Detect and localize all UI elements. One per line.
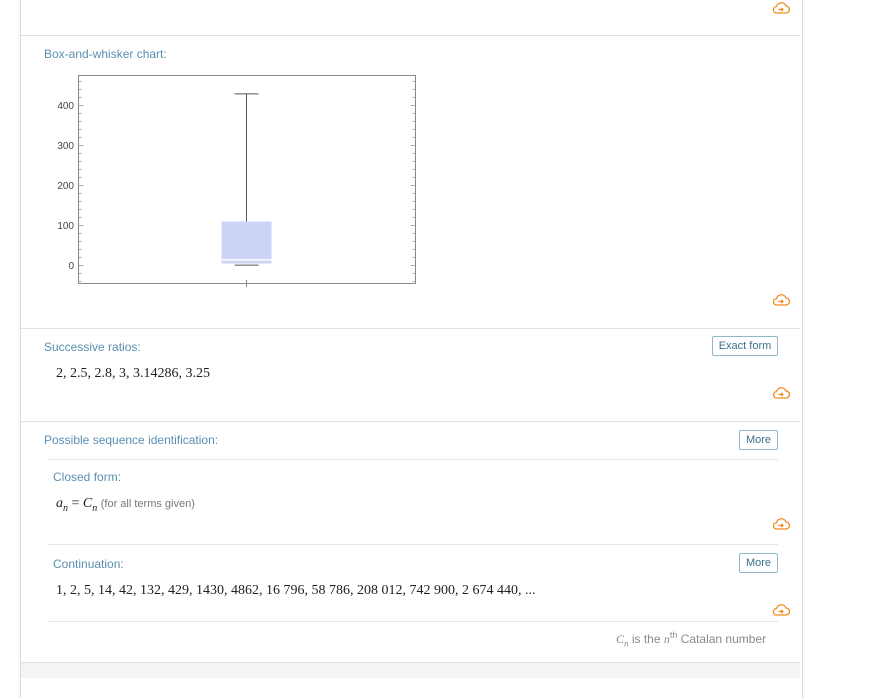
- more-button[interactable]: More: [739, 430, 778, 450]
- successive-ratios-value: 2, 2.5, 2.8, 3, 3.14286, 3.25: [56, 366, 210, 381]
- closed-form-rhs-var: C: [82, 496, 93, 511]
- footnote-post: Catalan number: [677, 632, 767, 646]
- cloud-save-icon[interactable]: [772, 387, 790, 399]
- continuation-value: 1, 2, 5, 14, 42, 132, 429, 1430, 4862, 1…: [56, 583, 536, 598]
- pod-separator: [21, 35, 800, 36]
- closed-form-equals: =: [68, 496, 83, 511]
- cloud-save-icon[interactable]: [772, 2, 790, 14]
- footnote-pre: is the: [628, 632, 664, 646]
- closed-form-formula: an = Cn (for all terms given): [56, 496, 195, 514]
- box-whisker-chart: 0 100 200 300 400: [57, 75, 416, 287]
- sequence-id-title: Possible sequence identification:: [44, 433, 219, 447]
- cloud-save-icon[interactable]: [772, 604, 790, 616]
- catalan-footnote: Cn is the nth Catalan number: [616, 630, 766, 648]
- continuation-more-button[interactable]: More: [739, 553, 778, 573]
- subpod-separator: [48, 459, 778, 460]
- bottom-pod-strip: [21, 662, 800, 678]
- cloud-save-icon[interactable]: [772, 294, 790, 306]
- box-iqr: [221, 221, 272, 264]
- closed-form-note: (for all terms given): [100, 498, 195, 510]
- exact-form-button[interactable]: Exact form: [712, 336, 778, 356]
- y-tick-label: 0: [68, 261, 74, 272]
- y-axis: 0 100 200 300 400: [57, 101, 74, 272]
- continuation-title: Continuation:: [53, 557, 124, 571]
- y-tick-label: 100: [57, 221, 74, 232]
- y-tick-label: 300: [57, 141, 74, 152]
- pod-separator: [21, 421, 800, 422]
- successive-ratios-title: Successive ratios:: [44, 340, 141, 354]
- subpod-separator: [48, 544, 778, 545]
- y-tick-label: 200: [57, 181, 74, 192]
- cloud-save-icon[interactable]: [772, 518, 790, 530]
- closed-form-lhs-var: a: [56, 496, 63, 511]
- box-chart-title: Box-and-whisker chart:: [44, 47, 167, 61]
- y-tick-label: 400: [57, 101, 74, 112]
- footnote-var: C: [616, 632, 625, 646]
- pod-separator: [21, 328, 800, 329]
- subpod-separator: [48, 621, 778, 622]
- closed-form-title: Closed form:: [53, 470, 122, 484]
- closed-form-rhs-sub: n: [92, 502, 98, 514]
